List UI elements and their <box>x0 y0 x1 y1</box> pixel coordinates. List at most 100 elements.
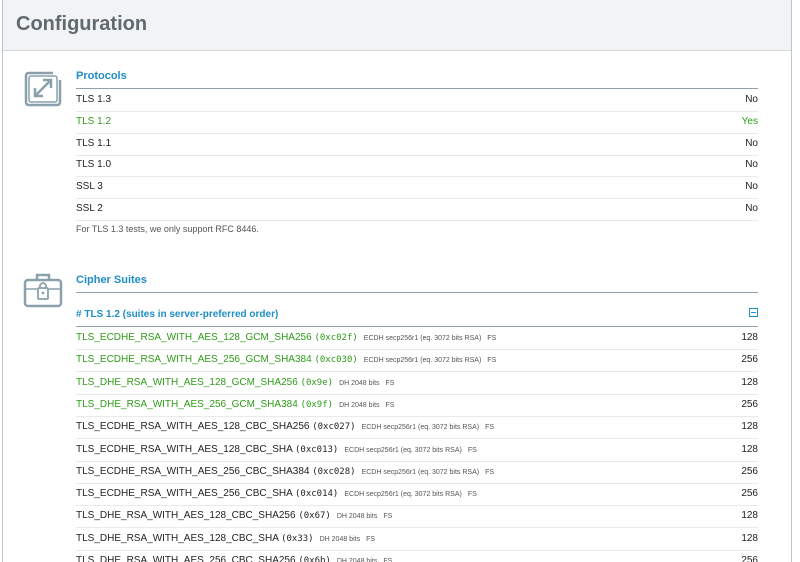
cipher-suite-name-group: TLS_ECDHE_RSA_WITH_AES_256_CBC_SHA384 (0… <box>76 466 494 477</box>
cipher-suite-row: TLS_DHE_RSA_WITH_AES_256_CBC_SHA256 (0x6… <box>76 550 758 562</box>
cipher-suite-name-group: TLS_DHE_RSA_WITH_AES_128_CBC_SHA256 (0x6… <box>76 510 392 521</box>
cipher-suite-name-group: TLS_ECDHE_RSA_WITH_AES_256_CBC_SHA (0xc0… <box>76 488 477 499</box>
cipher-suite-name-group: TLS_DHE_RSA_WITH_AES_256_GCM_SHA384 (0x9… <box>76 399 394 410</box>
collapse-icon[interactable] <box>749 308 758 317</box>
configuration-panel: Configuration Protocols TLS 1.3 No TLS 1.2… <box>2 0 792 562</box>
key-exchange-info: ECDH secp256r1 (eq. 3072 bits RSA) <box>363 335 482 342</box>
protocol-support-value: Yes <box>741 115 758 127</box>
protocol-name: TLS 1.1 <box>76 137 112 149</box>
protocols-title: Protocols <box>76 70 127 82</box>
cipher-suite-row: TLS_DHE_RSA_WITH_AES_256_GCM_SHA384 (0x9… <box>76 394 758 417</box>
protocol-row: TLS 1.2 Yes <box>76 112 758 134</box>
protocol-name: TLS 1.3 <box>76 94 112 105</box>
cipher-suite-row: TLS_DHE_RSA_WITH_AES_128_CBC_SHA256 (0x6… <box>76 505 758 529</box>
cipher-suite-name: TLS_ECDHE_RSA_WITH_AES_128_CBC_SHA256 <box>76 421 310 433</box>
cipher-strength-bits: 256 <box>741 354 758 366</box>
cipher-suites-divider <box>76 292 758 293</box>
cipher-suite-row: TLS_ECDHE_RSA_WITH_AES_256_CBC_SHA384 (0… <box>76 461 758 484</box>
cipher-strength-bits: 128 <box>741 443 758 455</box>
protocols-divider <box>76 88 758 89</box>
cipher-suite-row: TLS_ECDHE_RSA_WITH_AES_128_CBC_SHA256 (0… <box>76 416 758 440</box>
cipher-suite-row: TLS_ECDHE_RSA_WITH_AES_128_GCM_SHA256 (0… <box>76 327 758 350</box>
cipher-strength-bits: 256 <box>741 488 758 500</box>
key-exchange-info: ECDH secp256r1 (eq. 3072 bits RSA) <box>363 357 482 365</box>
protocol-row: TLS 1.3 No <box>76 90 758 112</box>
key-exchange-info: DH 2048 bits <box>339 379 380 387</box>
cipher-suite-name-group: TLS_ECDHE_RSA_WITH_AES_128_CBC_SHA (0xc0… <box>76 444 477 455</box>
forward-secrecy-tag: FS <box>383 513 393 521</box>
key-exchange-info: DH 2048 bits <box>336 513 378 521</box>
cipher-suite-row: TLS_DHE_RSA_WITH_AES_128_GCM_SHA256 (0x9… <box>76 372 758 395</box>
cipher-strength-bits: 256 <box>741 555 758 562</box>
expand-arrows-icon <box>24 71 62 107</box>
cipher-suite-code: (0xc02f) <box>314 333 358 343</box>
cipher-strength-bits: 128 <box>741 532 758 544</box>
tls12-suites-header[interactable]: # TLS 1.2 (suites in server-preferred or… <box>76 304 758 327</box>
cipher-suite-name: TLS_ECDHE_RSA_WITH_AES_256_GCM_SHA384 <box>76 354 312 366</box>
cipher-suite-row: TLS_ECDHE_RSA_WITH_AES_256_CBC_SHA (0xc0… <box>76 483 758 507</box>
forward-secrecy-tag: FS <box>385 401 395 409</box>
cipher-suite-code: (0xc013) <box>294 444 339 455</box>
protocol-name: TLS 1.0 <box>76 159 112 171</box>
cipher-suite-code: (0xc014) <box>294 489 339 500</box>
cipher-suite-code: (0xc028) <box>312 466 356 477</box>
forward-secrecy-tag: FS <box>485 468 495 476</box>
page-title: Configuration <box>16 13 148 35</box>
cipher-suite-name: TLS_ECDHE_RSA_WITH_AES_256_CBC_SHA <box>76 488 293 500</box>
cipher-strength-bits: 128 <box>741 421 758 433</box>
cipher-suite-row: TLS_ECDHE_RSA_WITH_AES_256_GCM_SHA384 (0… <box>76 349 758 373</box>
cipher-suite-name: TLS_DHE_RSA_WITH_AES_128_CBC_SHA256 <box>76 510 296 522</box>
cipher-suite-row: TLS_ECDHE_RSA_WITH_AES_128_CBC_SHA (0xc0… <box>76 439 758 462</box>
cipher-suites-title: Cipher Suites <box>76 274 147 286</box>
cipher-suite-code: (0x6b) <box>298 556 331 562</box>
key-exchange-info: DH 2048 bits <box>336 558 378 562</box>
protocol-row: TLS 1.0 No <box>76 155 758 178</box>
cipher-suite-name: TLS_ECDHE_RSA_WITH_AES_128_GCM_SHA256 <box>76 332 312 343</box>
cipher-suite-name-group: TLS_ECDHE_RSA_WITH_AES_256_GCM_SHA384 (0… <box>76 354 496 365</box>
cipher-suite-name-group: TLS_ECDHE_RSA_WITH_AES_128_GCM_SHA256 (0… <box>76 332 496 343</box>
cipher-strength-bits: 256 <box>741 465 758 477</box>
protocol-name: SSL 2 <box>76 203 103 214</box>
key-exchange-info: ECDH secp256r1 (eq. 3072 bits RSA) <box>344 491 462 499</box>
protocol-row: SSL 2 No <box>76 199 758 221</box>
cipher-suite-name: TLS_ECDHE_RSA_WITH_AES_256_CBC_SHA384 <box>76 465 310 477</box>
forward-secrecy-tag: FS <box>487 335 497 342</box>
protocol-name: SSL 3 <box>76 181 103 193</box>
briefcase-lock-icon <box>23 273 63 308</box>
cipher-suite-name-group: TLS_DHE_RSA_WITH_AES_256_CBC_SHA256 (0x6… <box>76 555 392 562</box>
cipher-suite-code: (0x9f) <box>300 399 334 410</box>
forward-secrecy-tag: FS <box>383 558 393 562</box>
forward-secrecy-tag: FS <box>467 491 477 499</box>
forward-secrecy-tag: FS <box>487 357 497 365</box>
forward-secrecy-tag: FS <box>485 424 495 432</box>
cipher-strength-bits: 256 <box>741 398 758 410</box>
cipher-suite-name: TLS_DHE_RSA_WITH_AES_128_CBC_SHA <box>76 532 279 544</box>
protocol-support-value: No <box>745 159 758 171</box>
key-exchange-info: ECDH secp256r1 (eq. 3072 bits RSA) <box>344 446 462 454</box>
cipher-suite-name-group: TLS_ECDHE_RSA_WITH_AES_128_CBC_SHA256 (0… <box>76 421 494 432</box>
protocol-support-value: No <box>745 181 758 193</box>
protocol-support-value: No <box>745 94 758 105</box>
forward-secrecy-tag: FS <box>385 379 395 387</box>
key-exchange-info: DH 2048 bits <box>339 401 380 409</box>
cipher-strength-bits: 128 <box>741 376 758 388</box>
protocol-row: SSL 3 No <box>76 177 758 200</box>
forward-secrecy-tag: FS <box>366 535 376 543</box>
cipher-suite-name-group: TLS_DHE_RSA_WITH_AES_128_CBC_SHA (0x33) D… <box>76 533 375 544</box>
key-exchange-info: DH 2048 bits <box>319 535 361 543</box>
key-exchange-info: ECDH secp256r1 (eq. 3072 bits RSA) <box>361 468 480 476</box>
cipher-suite-code: (0xc030) <box>314 355 358 366</box>
cipher-suite-name: TLS_DHE_RSA_WITH_AES_256_CBC_SHA256 <box>76 555 296 562</box>
cipher-suite-name: TLS_DHE_RSA_WITH_AES_256_GCM_SHA384 <box>76 398 298 410</box>
cipher-suite-code: (0x33) <box>281 533 314 544</box>
cipher-strength-bits: 128 <box>741 332 758 343</box>
forward-secrecy-tag: FS <box>467 446 477 454</box>
cipher-suite-name: TLS_DHE_RSA_WITH_AES_128_GCM_SHA256 <box>76 376 298 388</box>
cipher-suite-row: TLS_DHE_RSA_WITH_AES_128_CBC_SHA (0x33) D… <box>76 528 758 551</box>
protocol-name: TLS 1.2 <box>76 115 112 127</box>
cipher-suite-name-group: TLS_DHE_RSA_WITH_AES_128_GCM_SHA256 (0x9… <box>76 377 394 388</box>
tls12-suites-label[interactable]: # TLS 1.2 (suites in server-preferred or… <box>76 309 278 320</box>
cipher-suite-name: TLS_ECDHE_RSA_WITH_AES_128_CBC_SHA <box>76 443 293 455</box>
protocol-support-value: No <box>745 137 758 149</box>
panel-header: Configuration <box>3 0 791 51</box>
